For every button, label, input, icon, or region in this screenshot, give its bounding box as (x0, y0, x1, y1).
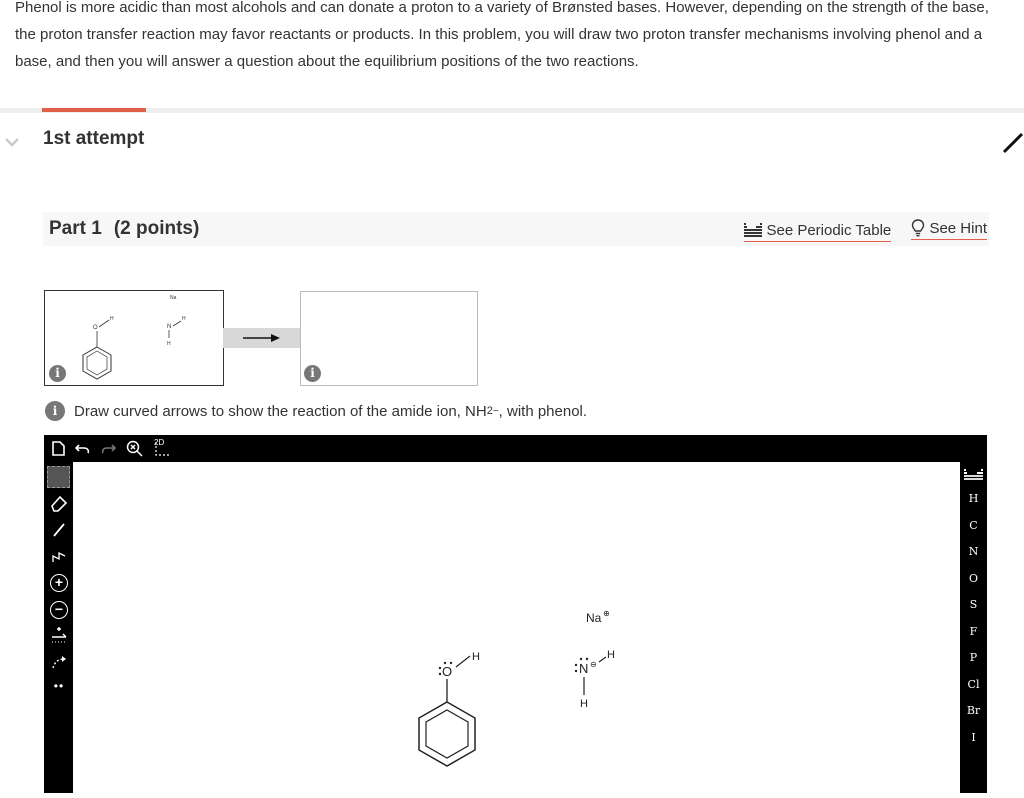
hint-label: See Hint (929, 219, 987, 237)
instruction-text-end: , with phenol. (498, 402, 588, 420)
products-preview-box[interactable]: i (300, 291, 478, 386)
element-button-o[interactable]: O (960, 572, 987, 585)
sodium-label: Na (586, 611, 602, 625)
part-points: (2 points) (113, 218, 200, 239)
element-toolbar: H C N O S F P Cl Br I (960, 462, 987, 793)
amide-hydrogen-2: H (580, 698, 588, 710)
svg-text:Na: Na (170, 295, 177, 301)
periodic-table-label: See Periodic Table (766, 221, 892, 239)
element-button-br[interactable]: Br (960, 704, 987, 717)
attempt-tab-indicator (42, 108, 146, 112)
reactants-preview-box[interactable]: Na O H N H H i (44, 290, 224, 386)
reaction-arrow (223, 328, 300, 348)
svg-text:O: O (93, 325, 98, 331)
element-button-p[interactable]: P (960, 651, 987, 664)
eraser-icon[interactable] (49, 494, 69, 512)
periodic-table-picker-icon[interactable] (964, 469, 983, 481)
collapse-chevron-icon[interactable] (5, 135, 19, 150)
oxygen-label: O (442, 664, 452, 679)
element-button-s[interactable]: S (960, 598, 987, 611)
instruction-info-icon[interactable]: i (45, 401, 65, 421)
redo-icon[interactable] (100, 441, 116, 456)
editor-left-toolbar: + − •• (44, 462, 73, 793)
nitrogen-label: N (579, 661, 588, 676)
see-periodic-table-link[interactable]: See Periodic Table (744, 221, 892, 242)
chain-tool-icon[interactable] (49, 548, 69, 564)
pencil-icon[interactable] (1000, 128, 1024, 156)
instruction: i Draw curved arrows to show the reactio… (45, 401, 587, 421)
part-title: Part 1 (2 points) (49, 218, 199, 240)
negative-charge-icon[interactable]: − (50, 601, 68, 619)
element-button-i[interactable]: I (960, 731, 987, 744)
attempt-divider (0, 108, 1024, 113)
see-hint-link[interactable]: See Hint (911, 219, 987, 240)
molecules-structure: Na ⊕ O H N ⊖ H H (418, 609, 615, 767)
element-button-c[interactable]: C (960, 519, 987, 532)
part-header: Part 1 (2 points) See Periodic Table See … (43, 212, 989, 246)
attempt-label[interactable]: 1st attempt (43, 128, 144, 150)
nitrogen-charge: ⊖ (590, 660, 597, 669)
amide-hydrogen-1: H (607, 649, 615, 661)
reactants-structure: Na O H N H H (82, 295, 186, 380)
products-info-icon[interactable]: i (304, 365, 321, 382)
single-bond-icon[interactable] (49, 522, 69, 538)
2d-clean-graphic (155, 442, 170, 456)
reactants-info-icon[interactable]: i (49, 365, 66, 382)
drawing-canvas[interactable]: Na ⊕ O H N ⊖ H H (73, 462, 960, 793)
lightbulb-icon (912, 219, 925, 237)
svg-text:H: H (167, 341, 171, 347)
positive-charge-icon[interactable]: + (50, 574, 68, 592)
phenol-hydrogen: H (472, 651, 480, 663)
problem-intro: Phenol is more acidic than most alcohols… (15, 0, 989, 70)
select-tool-icon[interactable] (47, 466, 70, 488)
element-button-h[interactable]: H (960, 492, 987, 505)
element-button-cl[interactable]: Cl (960, 678, 987, 691)
clear-zoom-icon[interactable] (126, 440, 144, 457)
curved-arrow-icon[interactable] (49, 653, 69, 671)
plus-arrow-tool-icon[interactable] (49, 626, 69, 644)
editor-toolbar: 2D (44, 435, 987, 462)
instruction-text: Draw curved arrows to show the reaction … (74, 402, 487, 420)
svg-text:H: H (182, 316, 186, 322)
undo-icon[interactable] (75, 441, 91, 456)
part-name: Part 1 (49, 218, 102, 239)
sodium-charge: ⊕ (603, 609, 610, 618)
svg-text:N: N (167, 324, 171, 330)
new-document-icon[interactable] (52, 441, 65, 456)
lone-pair-icon[interactable]: •• (49, 679, 69, 693)
element-button-f[interactable]: F (960, 625, 987, 638)
periodic-table-icon (744, 223, 763, 237)
svg-text:H: H (110, 316, 114, 322)
element-button-n[interactable]: N (960, 545, 987, 558)
